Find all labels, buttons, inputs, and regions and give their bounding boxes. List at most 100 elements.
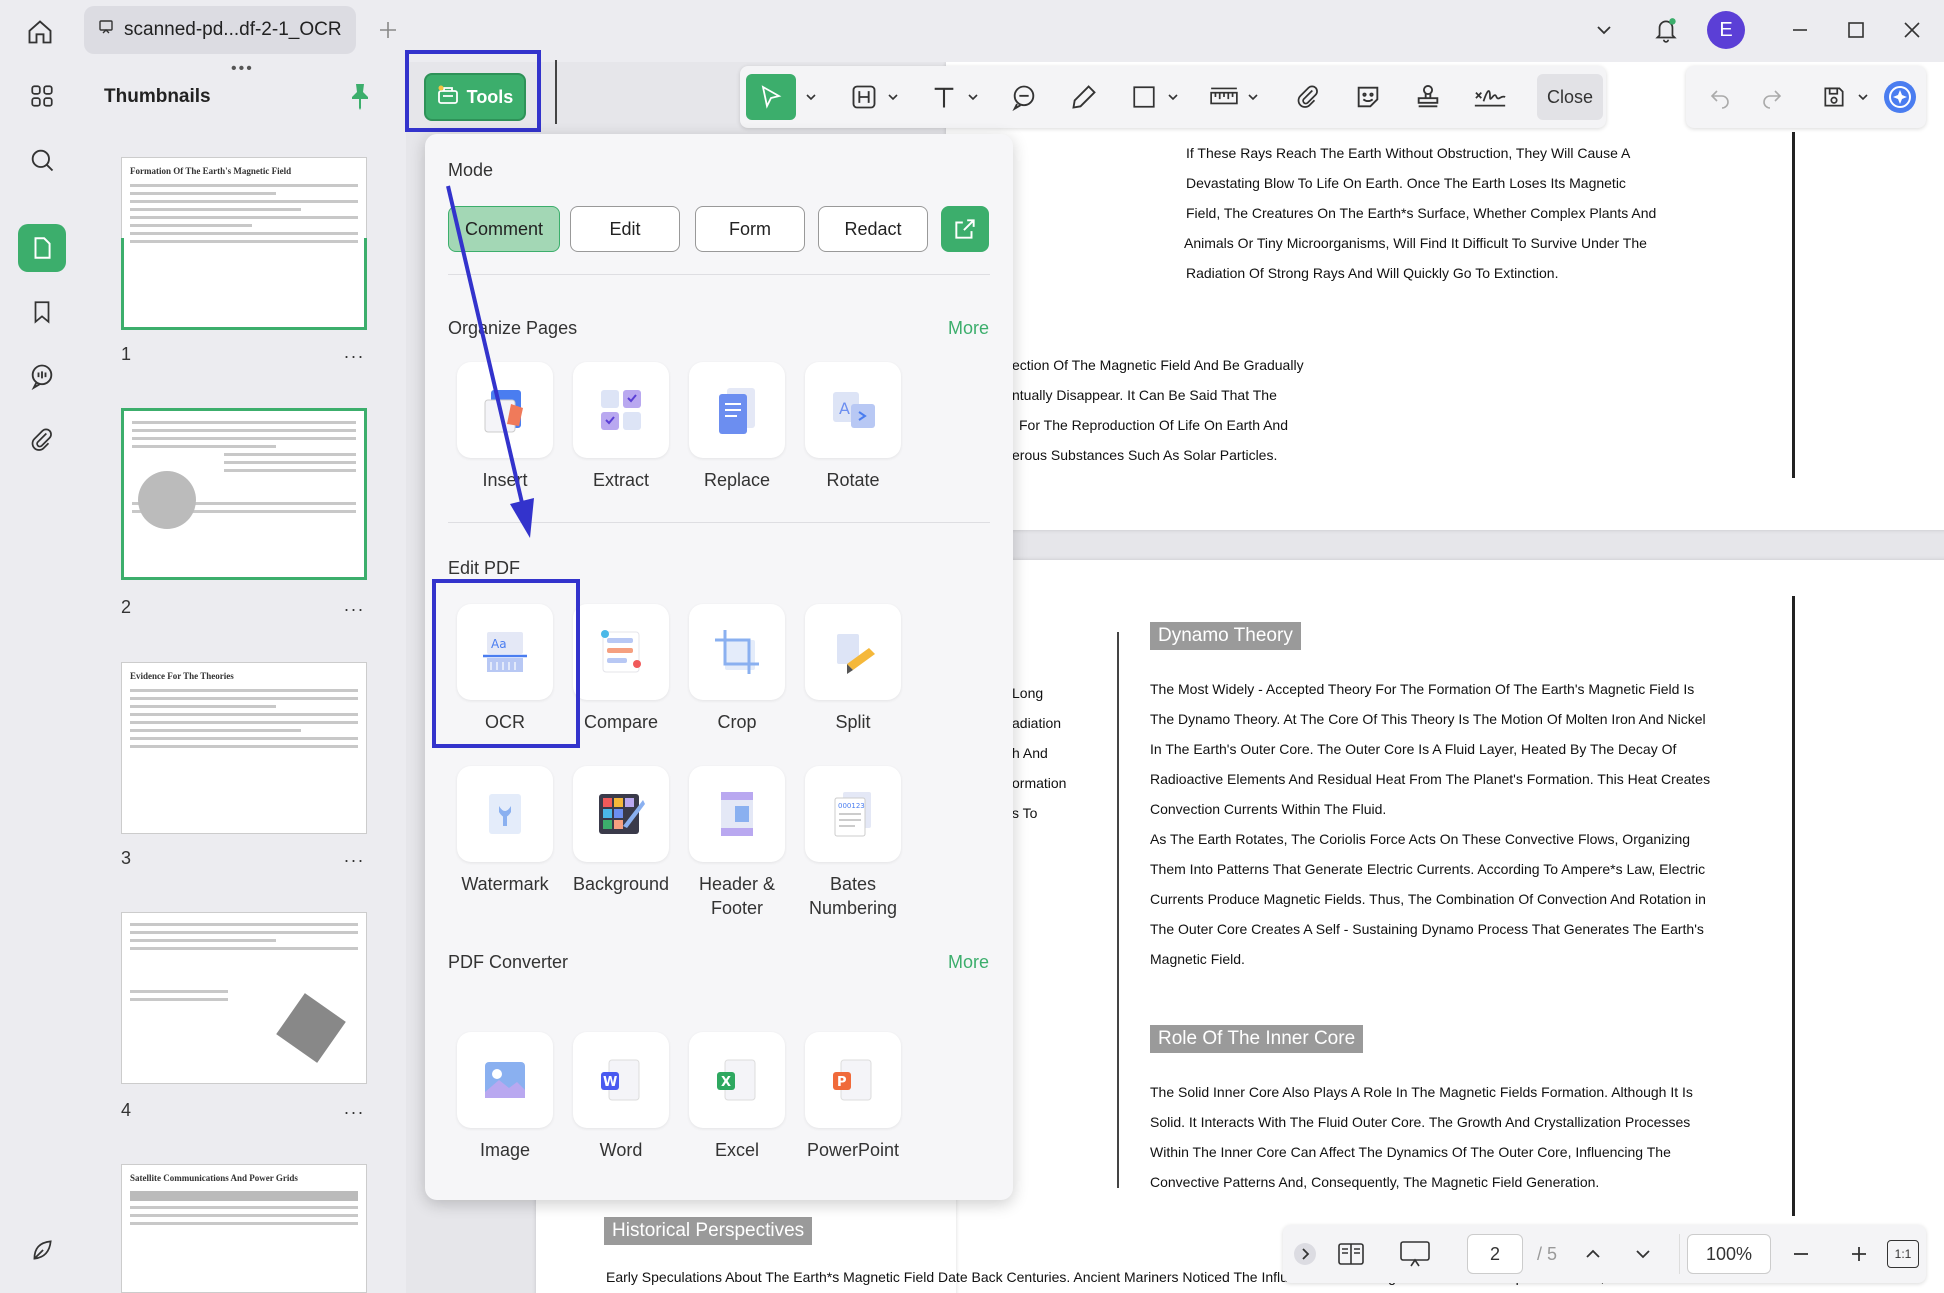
page-text-line: adiation bbox=[1012, 715, 1062, 731]
organize-more-link[interactable]: More bbox=[948, 318, 989, 339]
bookmark-icon[interactable] bbox=[18, 288, 66, 336]
converter-more-link[interactable]: More bbox=[948, 952, 989, 973]
measure-tool-icon[interactable] bbox=[1204, 74, 1244, 120]
compare-icon bbox=[573, 604, 669, 700]
bates-numbering-icon: 000123 bbox=[805, 766, 901, 862]
chevron-down-icon[interactable] bbox=[802, 74, 820, 120]
mode-section-label: Mode bbox=[448, 160, 494, 180]
text-tool-icon[interactable] bbox=[924, 74, 964, 120]
attachment-tool-icon[interactable] bbox=[1288, 74, 1328, 120]
mode-redact-button[interactable]: Redact bbox=[818, 206, 928, 252]
tool-background[interactable]: Background bbox=[556, 766, 686, 896]
document-icon bbox=[98, 19, 114, 41]
previous-page-icon[interactable] bbox=[1573, 1234, 1613, 1274]
page-text-line: Devastating Blow To Life On Earth. Once … bbox=[1186, 175, 1626, 191]
chevron-down-icon[interactable] bbox=[1164, 74, 1182, 120]
collapse-bar-icon[interactable] bbox=[1291, 1234, 1319, 1274]
thumbnail-page-3[interactable]: Evidence For The Theories bbox=[121, 662, 367, 834]
page-text-line: Solid. It Interacts With The Fluid Outer… bbox=[1150, 1114, 1691, 1130]
page-number-input[interactable]: 2 bbox=[1467, 1234, 1523, 1274]
tool-convert-powerpoint[interactable]: P PowerPoint bbox=[788, 1032, 918, 1162]
tool-convert-excel[interactable]: X Excel bbox=[672, 1032, 802, 1162]
open-external-icon[interactable] bbox=[941, 206, 989, 252]
save-icon[interactable] bbox=[1814, 74, 1854, 120]
chevron-down-icon[interactable] bbox=[884, 74, 902, 120]
thumbnail-more-button[interactable]: ... bbox=[344, 846, 365, 867]
thumbnail-figure bbox=[276, 993, 346, 1063]
chevron-down-icon[interactable] bbox=[964, 74, 982, 120]
tool-label: Header & Footer bbox=[698, 874, 776, 918]
chevron-down-icon[interactable] bbox=[1854, 74, 1872, 120]
chevron-down-icon[interactable] bbox=[1588, 14, 1620, 46]
redo-icon[interactable] bbox=[1752, 74, 1792, 120]
tool-split[interactable]: Split bbox=[788, 604, 918, 734]
ai-assistant-icon[interactable] bbox=[1880, 74, 1920, 120]
attachment-icon[interactable] bbox=[18, 416, 66, 464]
apps-grid-icon[interactable] bbox=[18, 72, 66, 120]
close-window-icon[interactable] bbox=[1896, 14, 1928, 46]
mode-edit-button[interactable]: Edit bbox=[570, 206, 680, 252]
tool-rotate[interactable]: A Rotate bbox=[788, 362, 918, 492]
page-text-line: The Most Widely - Accepted Theory For Th… bbox=[1150, 681, 1695, 697]
tool-convert-word[interactable]: W Word bbox=[556, 1032, 686, 1162]
tool-crop[interactable]: Crop bbox=[672, 604, 802, 734]
new-tab-icon[interactable] bbox=[372, 14, 404, 46]
pen-tool-icon[interactable] bbox=[1064, 74, 1104, 120]
edit-pdf-section-label: Edit PDF bbox=[448, 558, 521, 578]
tool-replace[interactable]: Replace bbox=[672, 362, 802, 492]
panel-drag-handle[interactable]: ••• bbox=[231, 60, 254, 78]
svg-text:A: A bbox=[839, 399, 850, 418]
sticker-tool-icon[interactable] bbox=[1348, 74, 1388, 120]
close-toolbar-button[interactable]: Close bbox=[1537, 74, 1603, 120]
signature-tool-icon[interactable] bbox=[1468, 74, 1512, 120]
header-footer-icon bbox=[689, 766, 785, 862]
select-tool-button[interactable] bbox=[746, 74, 796, 120]
user-avatar[interactable]: E bbox=[1707, 11, 1745, 49]
thumbnail-more-button[interactable]: ... bbox=[344, 595, 365, 616]
thumbnail-page-5[interactable]: Satellite Communications And Power Grids bbox=[121, 1164, 367, 1293]
tool-extract[interactable]: Extract bbox=[556, 362, 686, 492]
tool-header-footer[interactable]: Header & Footer bbox=[672, 766, 802, 920]
chevron-down-icon[interactable] bbox=[1244, 74, 1262, 120]
thumbnail-number: 2 bbox=[121, 597, 132, 617]
tool-label: PowerPoint bbox=[806, 1140, 900, 1160]
document-tab[interactable]: scanned-pd...df-2-1_OCR bbox=[84, 6, 356, 54]
next-page-icon[interactable] bbox=[1623, 1234, 1663, 1274]
zoom-in-icon[interactable] bbox=[1839, 1234, 1879, 1274]
actual-size-button[interactable]: 1:1 bbox=[1887, 1240, 1919, 1268]
comment-tool-icon[interactable] bbox=[1004, 74, 1044, 120]
thumbnail-page-4[interactable] bbox=[121, 912, 367, 1084]
extract-icon bbox=[573, 362, 669, 458]
tool-watermark[interactable]: Watermark bbox=[440, 766, 570, 896]
page-text-line: In The Earth's Outer Core. The Outer Cor… bbox=[1150, 741, 1677, 757]
notification-bell-icon[interactable] bbox=[1648, 10, 1684, 50]
tool-convert-image[interactable]: Image bbox=[440, 1032, 570, 1162]
shape-tool-icon[interactable] bbox=[1124, 74, 1164, 120]
page-text-line: Currents Produce Magnetic Fields. Thus, … bbox=[1150, 891, 1706, 907]
highlight-tool-icon[interactable] bbox=[844, 74, 884, 120]
zoom-out-icon[interactable] bbox=[1781, 1234, 1821, 1274]
minimize-icon[interactable] bbox=[1784, 14, 1816, 46]
home-icon[interactable] bbox=[20, 12, 60, 52]
page-text-line: Long bbox=[1012, 685, 1044, 701]
thumbnail-more-button[interactable]: ... bbox=[344, 1098, 365, 1119]
mode-form-button[interactable]: Form bbox=[695, 206, 805, 252]
thumbnail-page-2[interactable] bbox=[121, 408, 367, 580]
tool-label: Image bbox=[479, 1140, 531, 1160]
stamp-tool-icon[interactable] bbox=[1408, 74, 1448, 120]
pin-icon[interactable] bbox=[348, 82, 372, 115]
thumbnails-page-icon[interactable] bbox=[18, 224, 66, 272]
tool-bates-numbering[interactable]: 000123 Bates Numbering bbox=[788, 766, 918, 920]
zoom-level-input[interactable]: 100% bbox=[1687, 1234, 1771, 1274]
page-border-line bbox=[1792, 132, 1795, 478]
crop-icon bbox=[689, 604, 785, 700]
search-icon[interactable] bbox=[18, 136, 66, 184]
comments-icon[interactable] bbox=[18, 352, 66, 400]
maximize-icon[interactable] bbox=[1840, 14, 1872, 46]
split-icon bbox=[805, 604, 901, 700]
undo-icon[interactable] bbox=[1700, 74, 1740, 120]
theme-icon[interactable] bbox=[18, 1226, 66, 1274]
presentation-icon[interactable] bbox=[1393, 1234, 1437, 1274]
page-layout-icon[interactable] bbox=[1331, 1234, 1371, 1274]
thumbnail-more-button[interactable]: ... bbox=[344, 342, 365, 363]
